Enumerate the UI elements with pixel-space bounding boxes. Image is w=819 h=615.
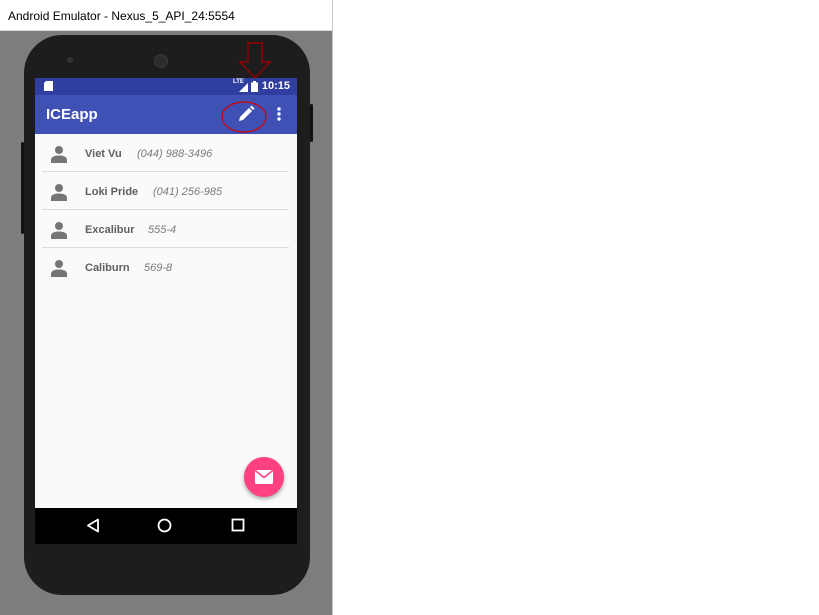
person-icon <box>51 222 67 239</box>
annotation-arrow-icon <box>238 42 272 80</box>
home-icon[interactable] <box>157 518 172 533</box>
person-icon <box>51 260 67 277</box>
app-title: ICEapp <box>46 106 98 123</box>
email-icon <box>255 470 273 484</box>
window-title: Android Emulator - Nexus_5_API_24:5554 <box>8 9 235 23</box>
person-icon <box>51 146 67 163</box>
contact-row[interactable]: Excalibur 555-4 <box>42 210 289 248</box>
earpiece-speaker <box>154 54 168 68</box>
contact-list: Viet Vu (044) 988-3496 Loki Pride (041) … <box>35 134 297 285</box>
contact-name: Viet Vu <box>85 148 122 160</box>
side-button-left[interactable] <box>21 142 24 234</box>
contact-phone: 555-4 <box>148 224 177 236</box>
contact-row[interactable]: Caliburn 569-8 <box>42 248 289 285</box>
back-icon[interactable] <box>86 518 100 533</box>
device-screen: LTE 10:15 ICEapp Viet Vu (044) 988-3496 … <box>35 78 297 544</box>
person-icon <box>51 184 67 201</box>
status-bar: LTE 10:15 <box>35 78 297 95</box>
annotation-ellipse <box>221 101 267 133</box>
contact-name: Excalibur <box>85 224 135 236</box>
contact-name: Caliburn <box>85 262 130 274</box>
contact-phone: (044) 988-3496 <box>137 148 213 160</box>
navigation-bar <box>35 508 297 544</box>
contact-row[interactable]: Viet Vu (044) 988-3496 <box>42 134 289 172</box>
contact-phone: (041) 256-985 <box>153 186 223 198</box>
window-titlebar[interactable]: Android Emulator - Nexus_5_API_24:5554 <box>0 0 332 31</box>
compose-fab-button[interactable] <box>244 457 284 497</box>
status-time: 10:15 <box>261 80 290 92</box>
contact-phone: 569-8 <box>144 262 173 274</box>
recents-icon[interactable] <box>231 518 245 532</box>
more-vert-icon[interactable] <box>274 103 284 125</box>
battery-icon <box>251 81 258 92</box>
signal-icon <box>239 83 248 92</box>
emulator-window: Android Emulator - Nexus_5_API_24:5554 L… <box>0 0 333 615</box>
side-button-right[interactable] <box>310 104 313 142</box>
contact-name: Loki Pride <box>85 186 139 198</box>
sd-card-icon <box>44 81 53 91</box>
front-camera <box>67 57 73 63</box>
contact-row[interactable]: Loki Pride (041) 256-985 <box>42 172 289 210</box>
